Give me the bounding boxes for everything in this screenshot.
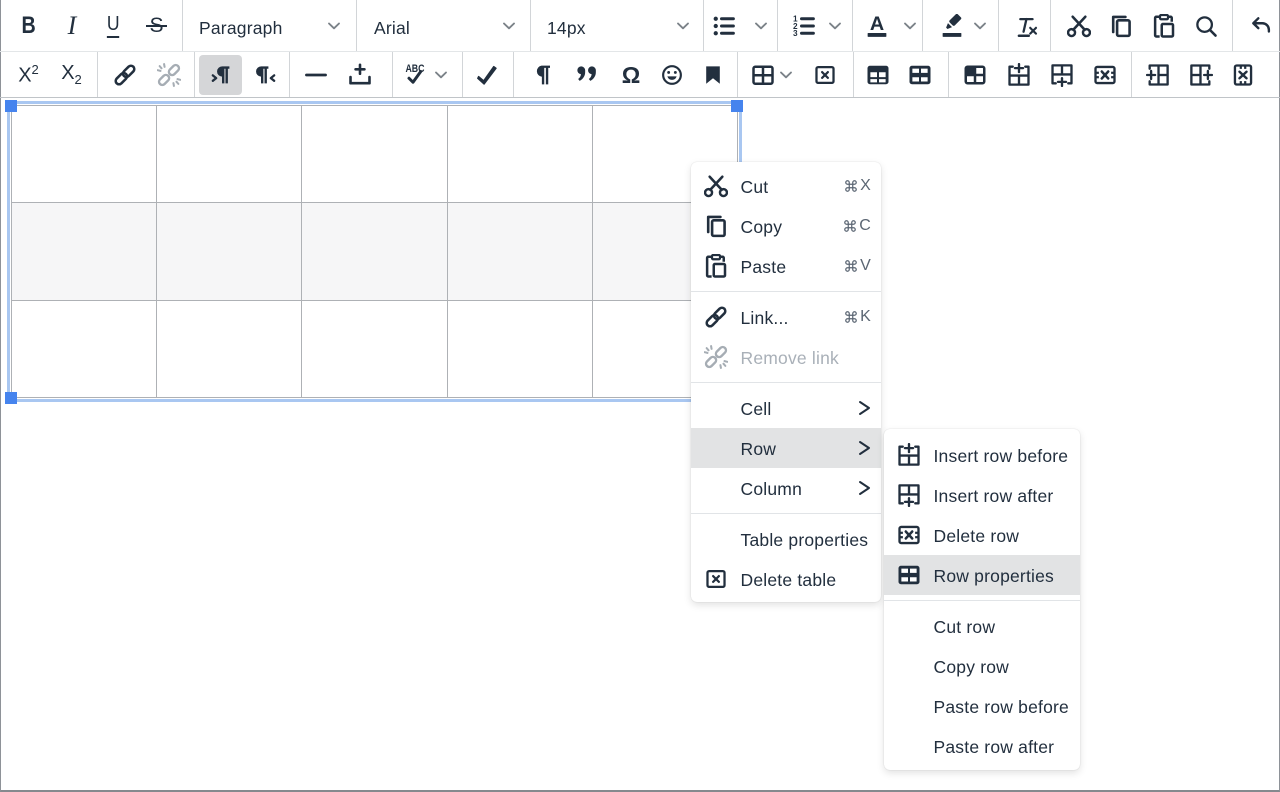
svg-text:Ω: Ω [622,63,641,87]
svg-text:3: 3 [792,29,797,38]
svg-text:ABC: ABC [405,63,424,75]
svg-text:A: A [870,14,884,35]
